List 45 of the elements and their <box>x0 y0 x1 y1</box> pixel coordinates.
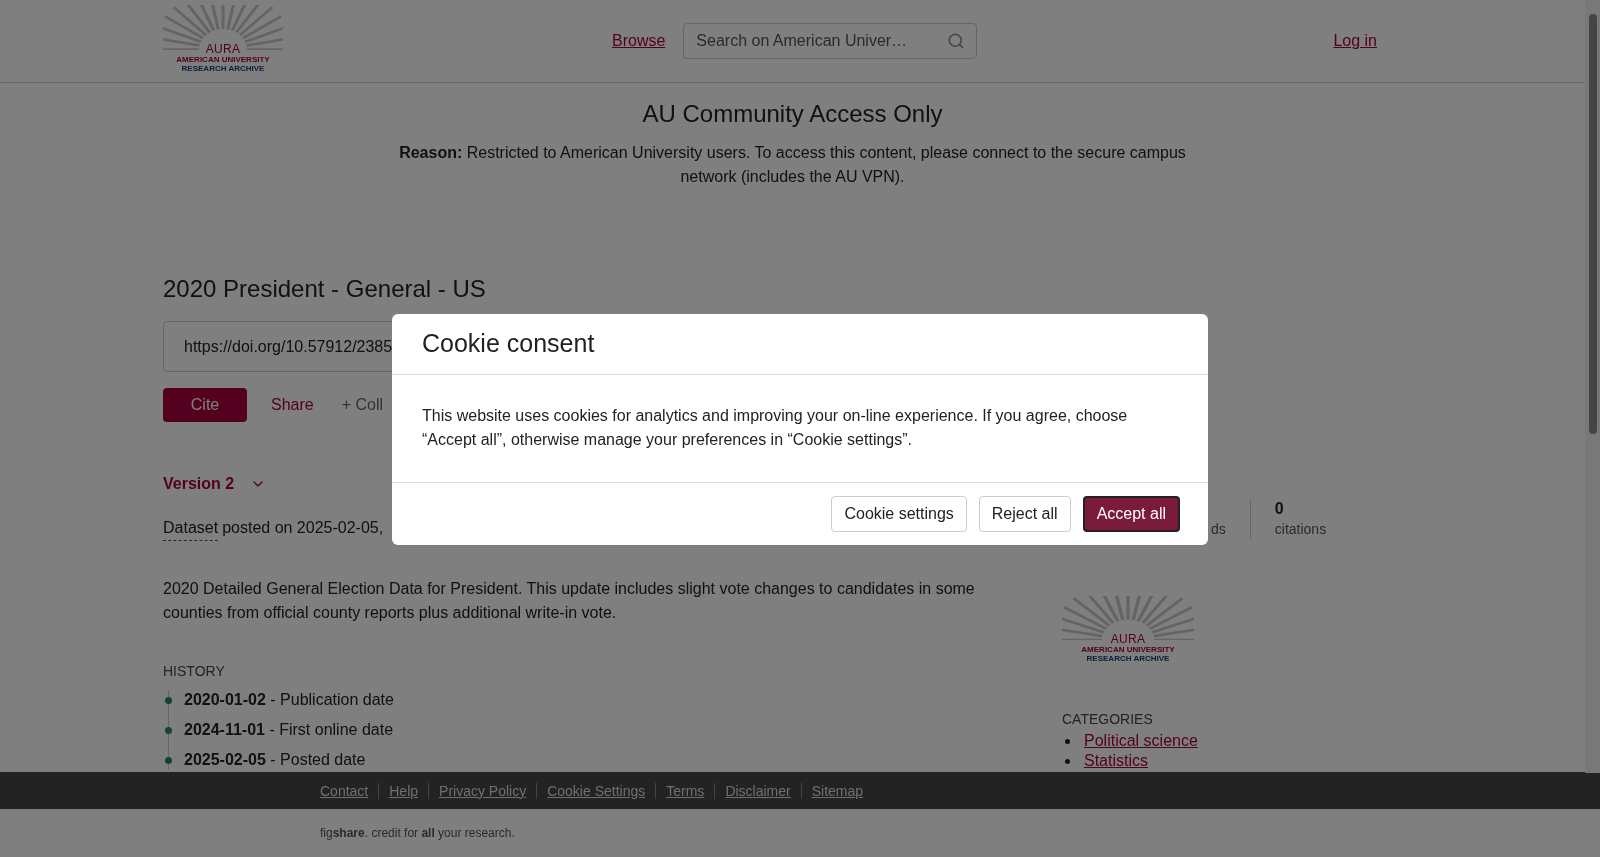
logo-subtitle: RESEARCH ARCHIVE <box>181 64 265 73</box>
footer-tagline: figshare. credit for all your research. <box>320 825 515 841</box>
browse-link[interactable]: Browse <box>612 29 666 53</box>
cite-button[interactable]: Cite <box>163 388 247 422</box>
modal-button[interactable]: Cookie settings <box>831 496 967 532</box>
stat-label: ds <box>1211 520 1226 539</box>
collection-button[interactable]: + Coll <box>341 393 384 417</box>
footer-link[interactable]: Terms <box>666 780 705 801</box>
footer-link[interactable]: Sitemap <box>811 780 864 801</box>
history-entry: 2020-01-02 - Publication date <box>184 690 394 710</box>
history-entry: 2025-02-05 - Posted date <box>184 750 366 770</box>
logo-subtitle: AMERICAN UNIVERSITY <box>176 55 270 64</box>
version-dropdown[interactable]: Version 2 <box>163 472 267 496</box>
history-heading: HISTORY <box>163 662 226 681</box>
stat-label: citations <box>1274 520 1327 539</box>
stat-value: 0 <box>1274 499 1285 519</box>
notice-reason: Reason: Restricted to American University users. To access this content, please connect to the secure campus network (includes the AU VPN). <box>398 143 1187 187</box>
footer-link[interactable]: Contact <box>320 780 369 801</box>
modal-button[interactable]: Reject all <box>978 496 1071 532</box>
search-field[interactable]: Search on American Univer… <box>683 23 978 59</box>
description: 2020 Detailed General Election Data for President. This update includes slight vote changes to candidates in some counties from official county reports plus additional write-in vote. <box>163 579 976 623</box>
dialog-text: This website uses cookies for analytics and improving your on-line experience. If you agree, choose “Accept all”, otherwise manage your preferences in “Cookie settings”. <box>392 375 1208 483</box>
dataset-title: 2020 President - General - US <box>163 274 487 304</box>
footer-link[interactable]: Cookie Settings <box>547 780 646 801</box>
notice-title: AU Community Access Only <box>642 99 943 129</box>
dialog-title: Cookie consent <box>392 314 1208 375</box>
logo-subtitle: RESEARCH ARCHIVE <box>1086 654 1170 663</box>
categories-heading: CATEGORIES <box>1062 710 1154 729</box>
scrollbar[interactable] <box>1585 0 1600 773</box>
footer-link[interactable]: Privacy Policy <box>439 780 527 801</box>
bullet-icon <box>1065 758 1070 764</box>
doi-text: https://doi.org/10.57912/2385 <box>184 336 393 357</box>
posted-date: posted on 2025-02-05, <box>222 518 384 538</box>
footer-link[interactable]: Help <box>389 780 419 801</box>
bullet-icon <box>1065 738 1070 744</box>
history-entry: 2024-11-01 - First online date <box>184 720 394 740</box>
logo-subtitle: AMERICAN UNIVERSITY <box>1081 645 1175 654</box>
search-icon[interactable] <box>947 32 966 50</box>
accept-button[interactable]: Accept all <box>1082 496 1180 532</box>
login-link[interactable]: Log in <box>1333 29 1377 53</box>
item-type: Dataset <box>163 516 219 541</box>
category-link[interactable]: Statistics <box>1084 751 1148 771</box>
category-link[interactable]: Political science <box>1084 731 1198 751</box>
share-button[interactable]: Share <box>271 393 314 417</box>
footer-link[interactable]: Disclaimer <box>725 780 791 801</box>
